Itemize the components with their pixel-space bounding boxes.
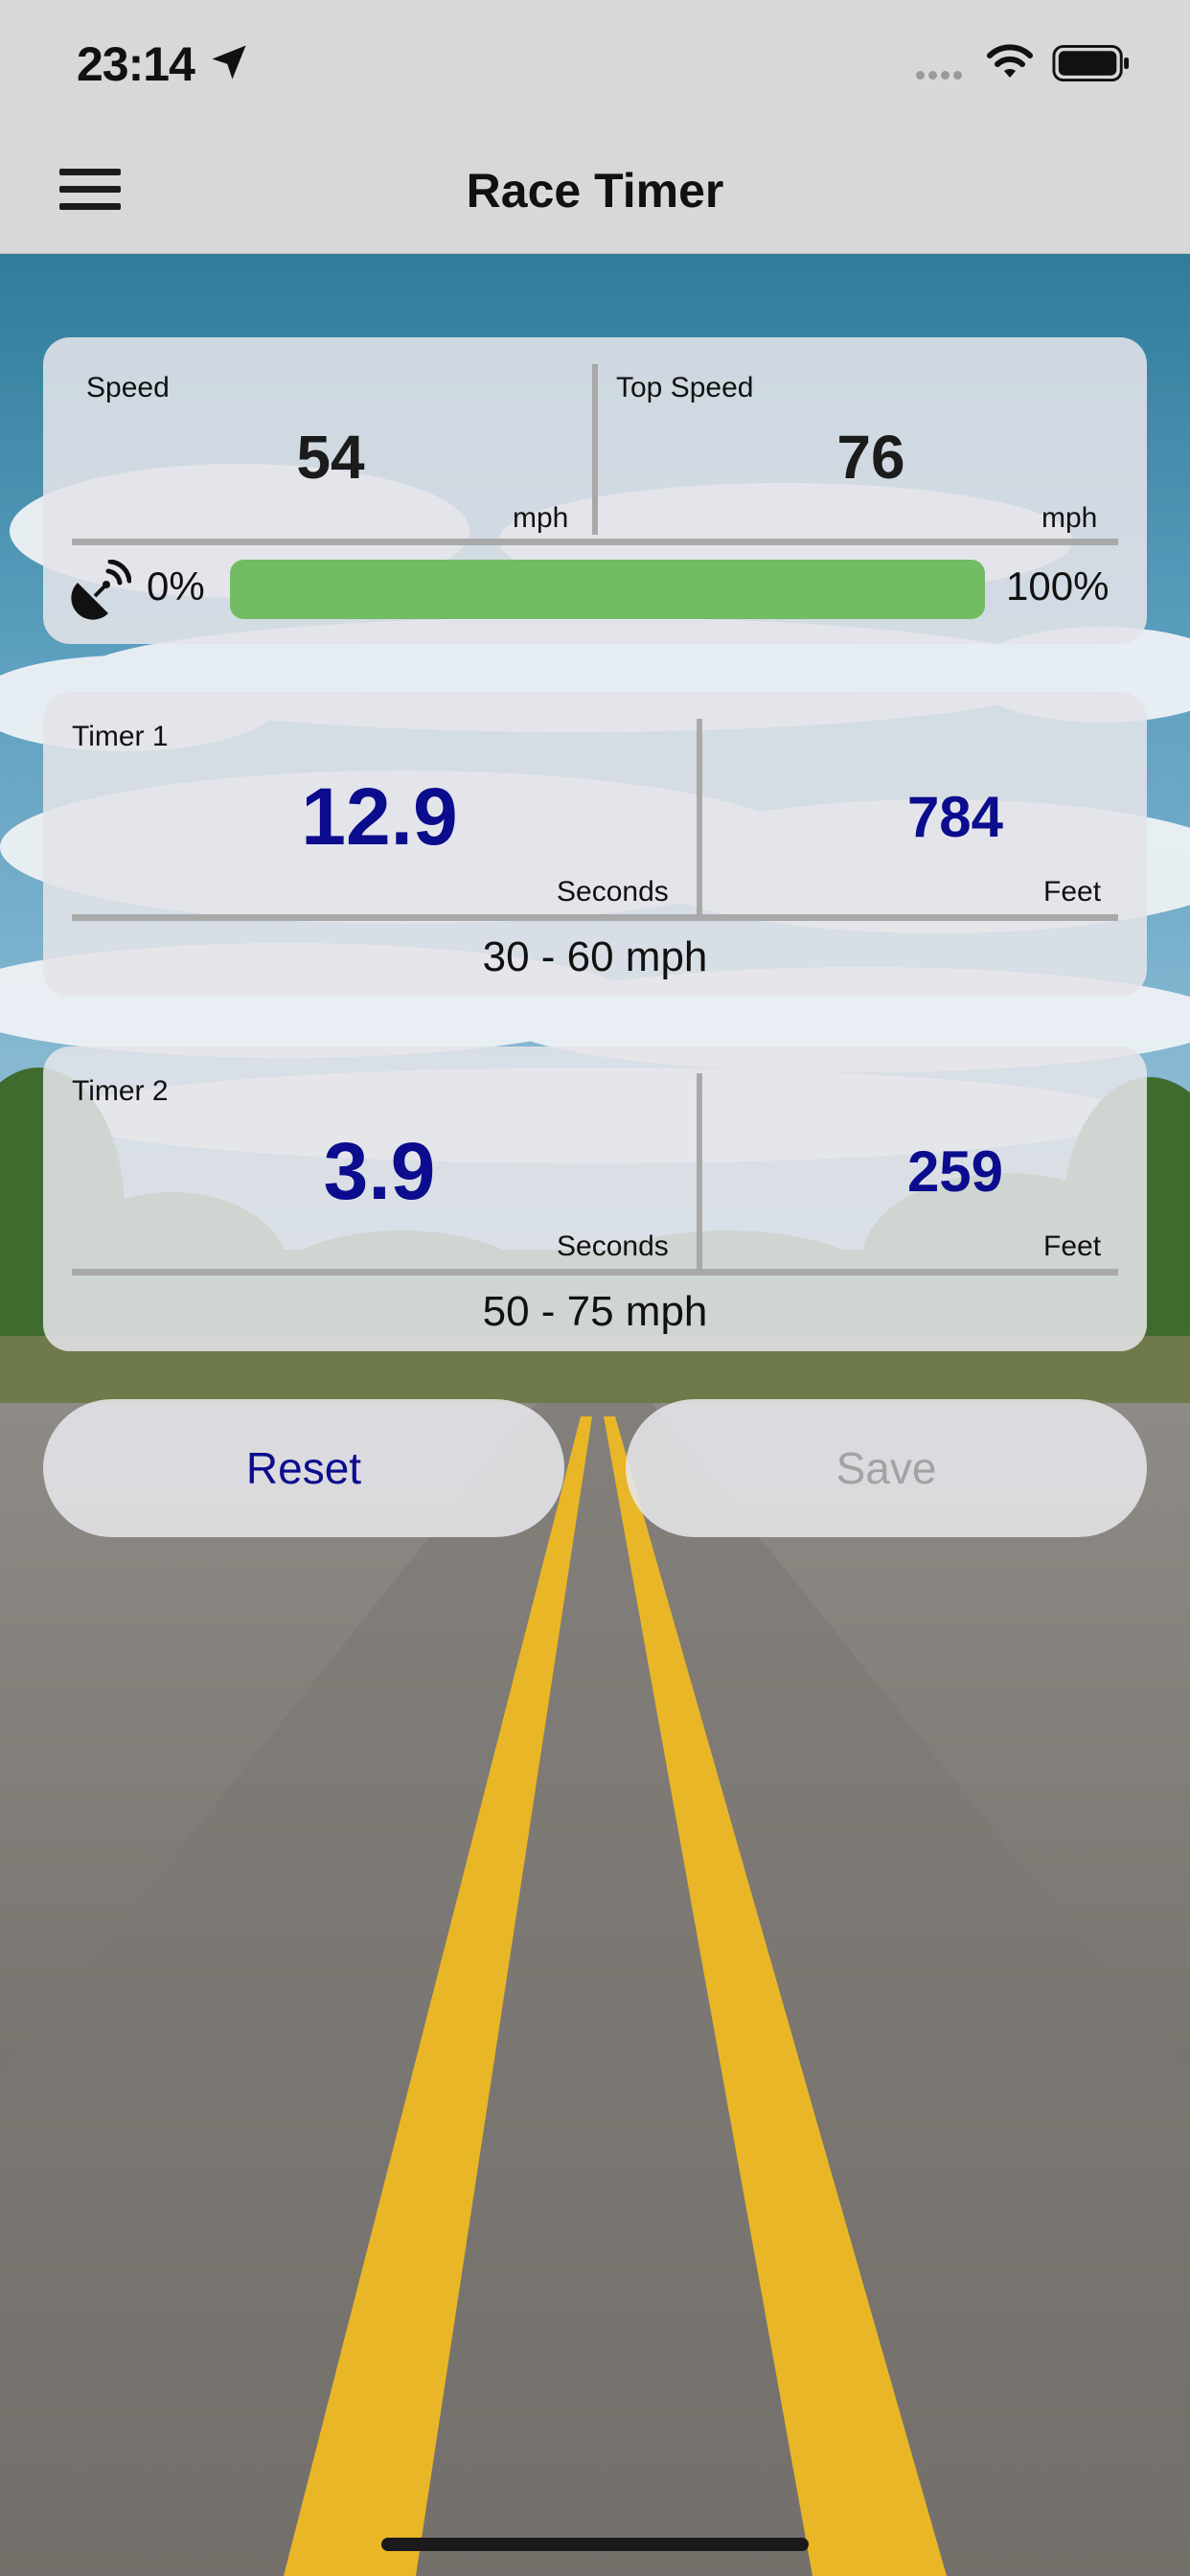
speed-value: 54 — [296, 423, 365, 492]
timer2-card: Timer 2 3.9 Seconds 259 Feet 50 - 75 mph — [43, 1046, 1147, 1351]
timer2-label: Timer 2 — [72, 1075, 169, 1107]
timer2-seconds-unit: Seconds — [557, 1230, 669, 1262]
timer2-feet-unit: Feet — [1043, 1230, 1102, 1262]
timer1-label: Timer 1 — [72, 721, 169, 752]
timer1-separator — [72, 914, 1118, 921]
wifi-icon — [987, 44, 1033, 78]
timer2-range: 50 - 75 mph — [482, 1288, 708, 1335]
cellular-signal-icon — [916, 67, 966, 84]
timer2-separator — [72, 1269, 1118, 1276]
status-time: 23:14 — [77, 37, 195, 91]
speed-separator — [72, 539, 1118, 545]
top-speed-label: Top Speed — [616, 372, 754, 403]
gps-max-label: 100% — [1006, 564, 1110, 609]
top-speed-unit: mph — [1041, 502, 1098, 534]
nav-bar: Race Timer — [0, 130, 1190, 254]
timer1-card: Timer 1 12.9 Seconds 784 Feet 30 - 60 mp… — [43, 692, 1147, 997]
status-bar: 23:14 — [0, 0, 1190, 130]
timer2-feet-value: 259 — [906, 1139, 1004, 1204]
save-button[interactable]: Save — [626, 1399, 1147, 1537]
timer1-seconds-unit: Seconds — [557, 876, 669, 908]
timer1-feet-unit: Feet — [1043, 876, 1102, 908]
timer1-range: 30 - 60 mph — [482, 933, 708, 980]
top-speed-value: 76 — [836, 423, 905, 492]
page-title: Race Timer — [466, 164, 724, 218]
location-arrow-icon — [212, 45, 246, 80]
battery-icon — [1052, 44, 1130, 82]
gps-signal-bar — [230, 560, 985, 619]
timer1-feet-value: 784 — [906, 785, 1004, 849]
speed-card: Speed 54 mph Top Speed 76 mph 0% 100% — [43, 337, 1147, 644]
timer1-seconds-value: 12.9 — [301, 771, 458, 862]
satellite-dish-icon — [71, 560, 131, 620]
gps-min-label: 0% — [147, 564, 205, 609]
speed-unit: mph — [513, 502, 569, 534]
timer2-seconds-value: 3.9 — [323, 1126, 436, 1216]
gps-signal-fill — [230, 560, 985, 619]
reset-button[interactable]: Reset — [43, 1399, 564, 1537]
speed-label: Speed — [86, 372, 170, 403]
home-indicator — [381, 2538, 809, 2551]
